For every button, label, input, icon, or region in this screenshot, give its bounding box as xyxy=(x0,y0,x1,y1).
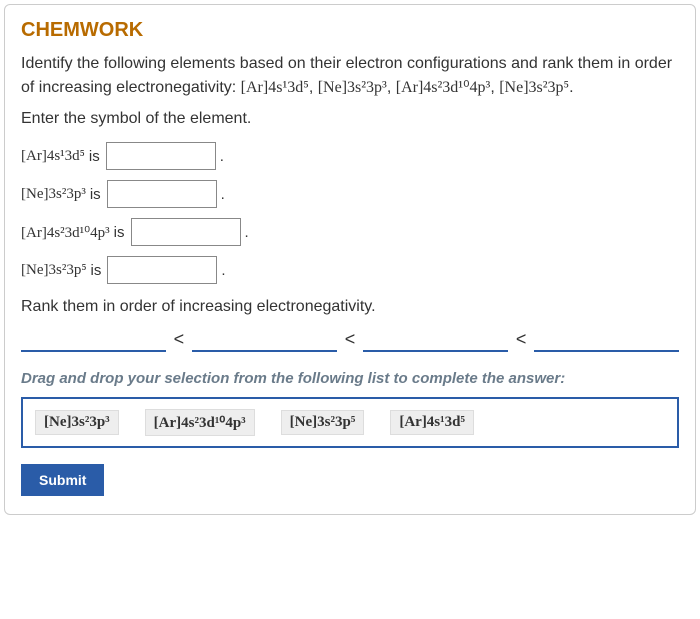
instruction-text: Identify the following elements based on… xyxy=(21,52,679,100)
period: . xyxy=(221,186,225,203)
rank-prompt: Rank them in order of increasing electro… xyxy=(21,298,679,316)
element-input-1[interactable] xyxy=(106,142,216,170)
chip-1[interactable]: [Ne]3s²3p³ xyxy=(35,410,119,435)
element-row-4: [Ne]3s²3p⁵ is . xyxy=(21,256,679,284)
chip-4[interactable]: [Ar]4s¹3d⁵ xyxy=(390,410,474,435)
chip-2[interactable]: [Ar]4s²3d¹⁰4p³ xyxy=(145,409,255,436)
instr-ec-2: [Ne]3s²3p³ xyxy=(318,79,387,96)
rank-slot-3[interactable] xyxy=(363,326,508,352)
element-row-2: [Ne]3s²3p³ is . xyxy=(21,180,679,208)
rank-slot-1[interactable] xyxy=(21,326,166,352)
period: . xyxy=(221,262,225,279)
ec-label-3: [Ar]4s²3d¹⁰4p³ xyxy=(21,223,110,242)
ec-label-2: [Ne]3s²3p³ xyxy=(21,186,86,203)
element-input-4[interactable] xyxy=(107,256,217,284)
submit-button[interactable]: Submit xyxy=(21,464,104,496)
chemwork-panel: CHEMWORK Identify the following elements… xyxy=(4,4,696,515)
instr-ec-1: [Ar]4s¹3d⁵ xyxy=(241,79,309,96)
element-row-3: [Ar]4s²3d¹⁰4p³ is . xyxy=(21,218,679,246)
instr-ec-4: [Ne]3s²3p⁵ xyxy=(499,79,569,96)
instr-ec-3: [Ar]4s²3d¹⁰4p³ xyxy=(396,79,491,96)
less-than-1: < xyxy=(174,329,185,352)
ec-label-1: [Ar]4s¹3d⁵ xyxy=(21,148,85,165)
page-title: CHEMWORK xyxy=(21,19,679,42)
enter-prompt: Enter the symbol of the element. xyxy=(21,110,679,128)
ranking-area: < < < xyxy=(21,326,679,352)
less-than-3: < xyxy=(516,329,527,352)
rank-slot-2[interactable] xyxy=(192,326,337,352)
period: . xyxy=(245,224,249,241)
is-word: is xyxy=(91,262,102,279)
element-input-3[interactable] xyxy=(131,218,241,246)
chip-3[interactable]: [Ne]3s²3p⁵ xyxy=(281,410,365,435)
element-row-1: [Ar]4s¹3d⁵ is . xyxy=(21,142,679,170)
is-word: is xyxy=(114,224,125,241)
less-than-2: < xyxy=(345,329,356,352)
element-input-2[interactable] xyxy=(107,180,217,208)
rank-slot-4[interactable] xyxy=(534,326,679,352)
drag-source-box: [Ne]3s²3p³ [Ar]4s²3d¹⁰4p³ [Ne]3s²3p⁵ [Ar… xyxy=(21,397,679,448)
drag-drop-prompt: Drag and drop your selection from the fo… xyxy=(21,370,679,387)
is-word: is xyxy=(89,148,100,165)
is-word: is xyxy=(90,186,101,203)
period: . xyxy=(220,148,224,165)
ec-label-4: [Ne]3s²3p⁵ xyxy=(21,262,87,279)
